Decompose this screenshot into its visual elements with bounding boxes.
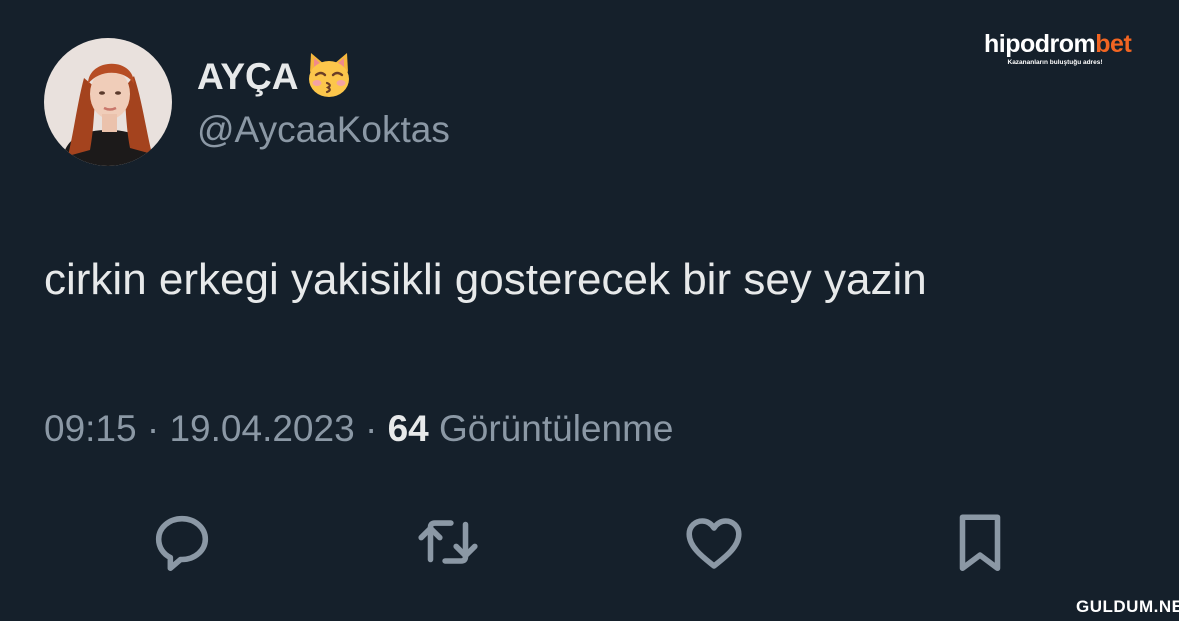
kissing-cat-emoji <box>304 50 354 100</box>
views-count: 64 <box>387 408 429 449</box>
tweet-time[interactable]: 09:15 <box>44 408 137 449</box>
reply-icon <box>155 515 209 572</box>
watermark: GULDUM.NET <box>1076 597 1179 616</box>
retweet-button[interactable] <box>406 500 490 584</box>
tweet-text: cirkin erkegi yakisikli gosterecek bir s… <box>44 255 927 304</box>
like-icon <box>686 518 742 569</box>
profile-photo-avatar <box>44 38 172 166</box>
user-handle[interactable]: @AycaaKoktas <box>197 108 450 152</box>
brand-name: hipodrombet <box>984 30 1132 58</box>
retweet-icon <box>418 520 478 564</box>
views-label: Görüntülenme <box>428 408 674 449</box>
bookmark-icon <box>959 514 1001 572</box>
display-name-text: AYÇA <box>197 56 299 97</box>
display-name[interactable]: AYÇA <box>197 52 354 102</box>
brand-name-main: hipodrom <box>984 30 1096 58</box>
bookmark-button[interactable] <box>938 500 1022 584</box>
like-button[interactable] <box>672 500 756 584</box>
tweet-date[interactable]: 19.04.2023 <box>169 408 354 449</box>
reply-button[interactable] <box>140 500 224 584</box>
brand-logo: hipodrombet Kazananların buluştuğu adres… <box>984 30 1132 67</box>
tweet-screenshot: AYÇA @AycaaKoktas hipodrombet Kazananlar… <box>0 0 1179 621</box>
brand-name-accent: bet <box>1095 30 1132 58</box>
avatar[interactable] <box>44 38 172 166</box>
brand-tagline: Kazananların buluştuğu adres! <box>1007 59 1103 66</box>
meta-separator: · <box>136 408 170 449</box>
tweet-meta: 09:15 · 19.04.2023 · 64 Görüntülenme <box>44 405 673 453</box>
meta-separator: · <box>354 408 388 449</box>
